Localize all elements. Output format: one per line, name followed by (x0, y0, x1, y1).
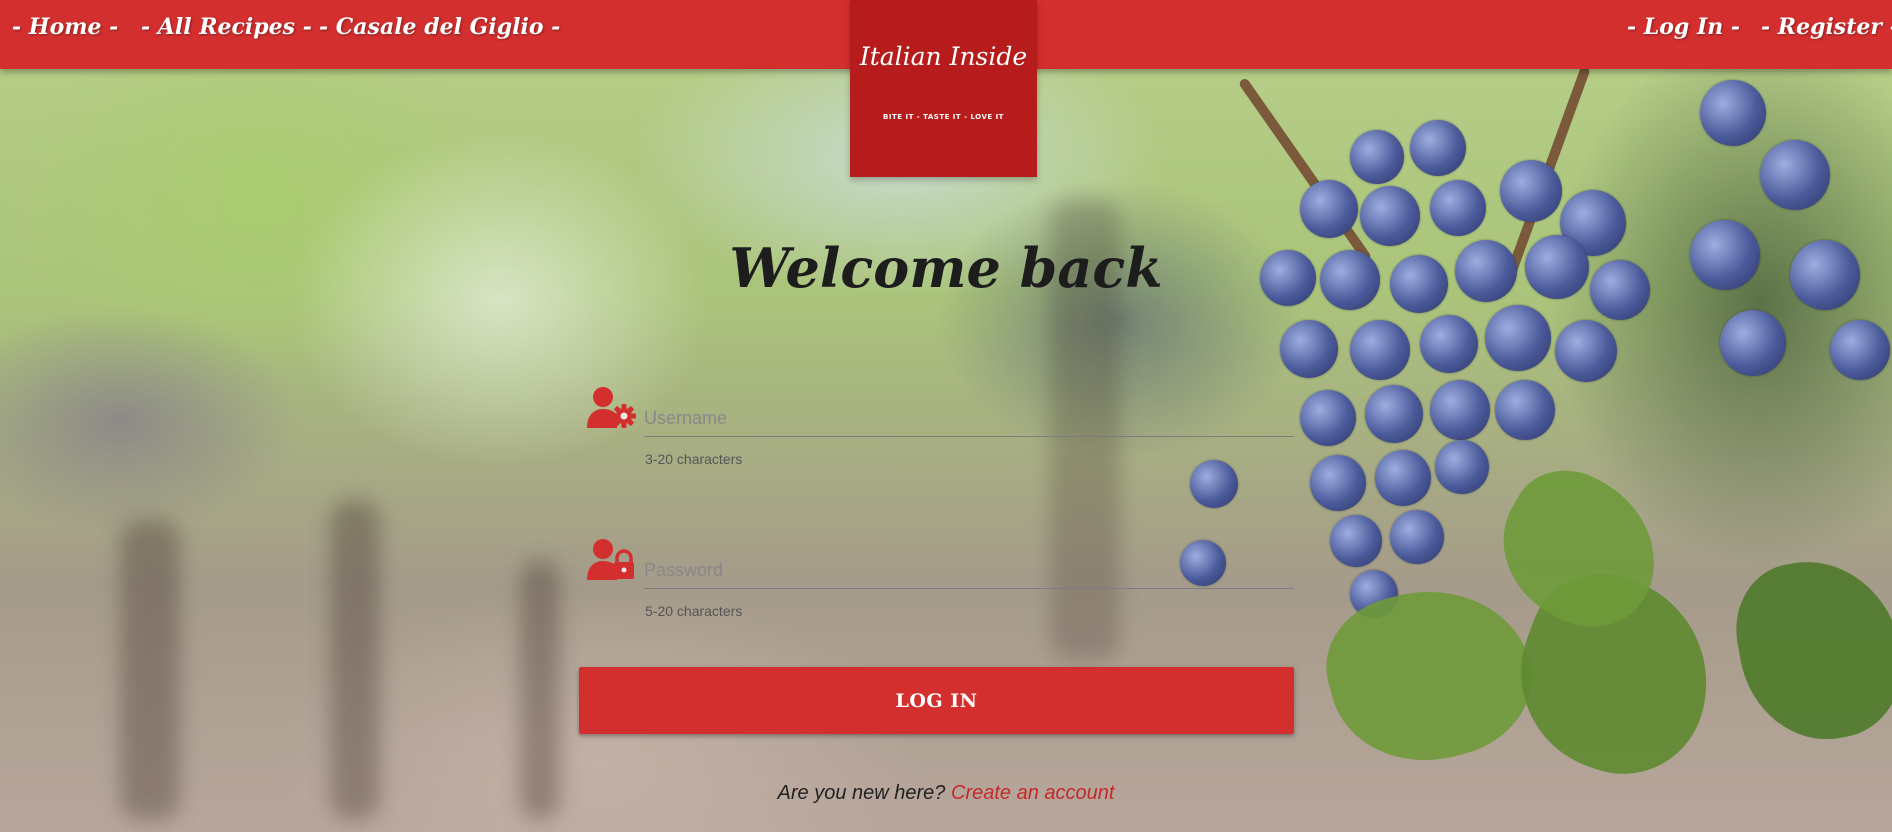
password-input[interactable] (644, 552, 1294, 589)
grape-cluster-image (1180, 65, 1737, 797)
user-lock-icon (587, 539, 634, 580)
username-input[interactable] (644, 400, 1294, 437)
nav-all-recipes-link[interactable]: - All Recipes - (141, 14, 312, 40)
username-helper-text: 3-20 characters (645, 451, 743, 467)
page-title: Welcome back (729, 236, 1163, 300)
logo-script-text: Italian Inside (859, 42, 1028, 71)
create-account-link[interactable]: Create an account (951, 782, 1114, 804)
password-helper-text: 5-20 characters (645, 603, 743, 619)
nav-home-link[interactable]: - Home - (12, 14, 118, 40)
nav-register-link[interactable]: - Register - (1761, 14, 1892, 40)
logo-tagline: BITE IT - TASTE IT - LOVE IT (883, 113, 1004, 121)
signup-prompt-text: Are you new here? (777, 782, 946, 804)
nav-login-link[interactable]: - Log In - (1627, 14, 1740, 40)
login-submit-button[interactable]: LOG IN (579, 667, 1294, 734)
nav-casale-del-giglio-link[interactable]: - Casale del Giglio - (319, 14, 560, 40)
signup-prompt: Are you new here? Create an account (0, 782, 1892, 805)
site-logo[interactable]: Italian Inside BITE IT - TASTE IT - LOVE… (850, 0, 1037, 177)
user-gear-icon (587, 387, 636, 428)
